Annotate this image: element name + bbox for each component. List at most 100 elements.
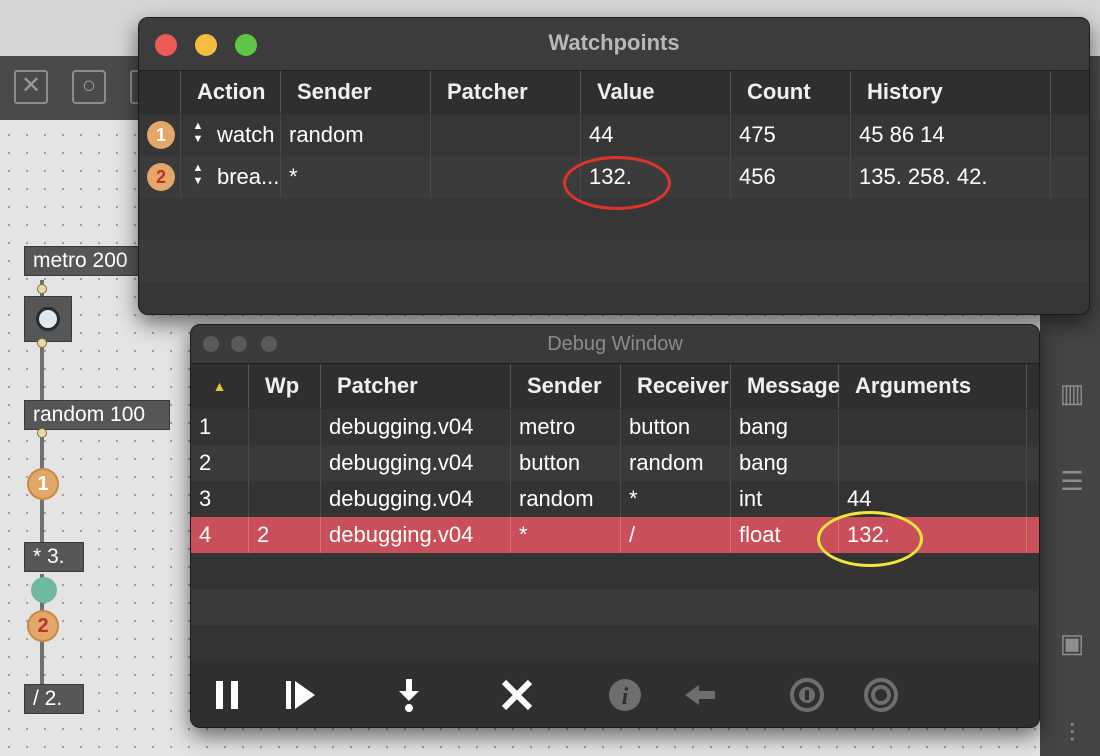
selected-outlet-indicator xyxy=(31,577,57,603)
watchpoints-window: Watchpoints Action Sender Patcher Value … xyxy=(138,17,1090,315)
empty-row xyxy=(191,589,1039,625)
empty-row xyxy=(139,282,1089,314)
table-row[interactable]: 3 debugging.v04 random * int 44 xyxy=(191,481,1039,517)
column-header-value[interactable]: Value xyxy=(581,71,731,113)
message-cell: int xyxy=(731,481,839,517)
value-cell: 44 xyxy=(581,114,731,156)
multiply-object[interactable]: * 3. xyxy=(24,542,84,572)
sender-cell: * xyxy=(511,517,621,553)
patcher-cell xyxy=(431,114,581,156)
row-number-cell: 2 xyxy=(191,445,249,481)
table-row[interactable]: 1 watch ▲ ▼ random 44 475 45 86 14 xyxy=(139,114,1089,156)
row-number-cell: 1 xyxy=(139,114,181,156)
divide-object[interactable]: / 2. xyxy=(24,684,84,714)
row-number-cell: 4 xyxy=(191,517,249,553)
row-number-cell: 2 xyxy=(139,156,181,198)
column-header-arguments[interactable]: Arguments xyxy=(839,364,1027,408)
column-header-patcher[interactable]: Patcher xyxy=(321,364,511,408)
patcher-cell xyxy=(431,156,581,198)
patcher-cell: debugging.v04 xyxy=(321,409,511,445)
column-header-count[interactable]: Count xyxy=(731,71,851,113)
svg-text:i: i xyxy=(622,684,629,710)
watchpoint-badge-2[interactable]: 2 xyxy=(27,610,59,642)
mixer-icon[interactable]: ⫶ xyxy=(1056,718,1088,750)
message-cell: bang xyxy=(731,409,839,445)
empty-row xyxy=(139,198,1089,240)
receiver-cell: random xyxy=(621,445,731,481)
wp-cell xyxy=(249,409,321,445)
camera-icon[interactable]: ▣ xyxy=(1056,628,1088,659)
watchpoint-badge-1[interactable]: 1 xyxy=(27,468,59,500)
metro-object[interactable]: metro 200 xyxy=(24,246,144,276)
row-number-cell: 3 xyxy=(191,481,249,517)
row-number-cell: 1 xyxy=(191,409,249,445)
watch-icon[interactable] xyxy=(861,675,901,715)
column-header-num xyxy=(139,71,181,113)
receiver-cell: button xyxy=(621,409,731,445)
table-row[interactable]: 2 debugging.v04 button random bang xyxy=(191,445,1039,481)
watchpoint-number-badge: 1 xyxy=(147,121,175,149)
patcher-cell: debugging.v04 xyxy=(321,517,511,553)
debug-toolbar: i xyxy=(191,663,1039,727)
random-object[interactable]: random 100 xyxy=(24,400,170,430)
sender-cell: * xyxy=(281,156,431,198)
patcher-cell: debugging.v04 xyxy=(321,445,511,481)
sender-cell: metro xyxy=(511,409,621,445)
patchcord xyxy=(40,340,44,400)
column-header-receiver[interactable]: Receiver xyxy=(621,364,731,408)
receiver-cell: * xyxy=(621,481,731,517)
bang-indicator xyxy=(36,307,60,331)
message-cell: float xyxy=(731,517,839,553)
watchpoint-number-badge: 2 xyxy=(147,163,175,191)
watchpoints-title: Watchpoints xyxy=(548,30,680,55)
sort-ascending-icon[interactable]: ▲ xyxy=(191,364,249,408)
sender-cell: random xyxy=(511,481,621,517)
pause-icon[interactable] xyxy=(207,675,247,715)
action-stepper-icon[interactable]: ▲ ▼ xyxy=(191,120,205,150)
debug-titlebar[interactable]: Debug Window xyxy=(191,325,1039,364)
watch-info-icon[interactable] xyxy=(787,675,827,715)
history-cell: 135. 258. 42. xyxy=(851,156,1051,198)
debug-window: Debug Window ▲ Wp Patcher Sender Receive… xyxy=(190,324,1040,728)
table-row[interactable]: 1 debugging.v04 metro button bang xyxy=(191,409,1039,445)
outlet-dot xyxy=(37,284,47,294)
back-arrow-icon[interactable] xyxy=(681,675,721,715)
table-row[interactable]: 2 brea... ▲ ▼ * 132. 456 135. 258. 42. xyxy=(139,156,1089,198)
column-header-message[interactable]: Message xyxy=(731,364,840,408)
wp-cell: 2 xyxy=(249,517,321,553)
patcher-cell: debugging.v04 xyxy=(321,481,511,517)
info-icon[interactable]: i xyxy=(605,675,645,715)
column-header-wp[interactable]: Wp xyxy=(249,364,321,408)
list-icon[interactable]: ☰ xyxy=(1056,466,1088,497)
column-header-action[interactable]: Action xyxy=(181,71,281,113)
close-patcher-icon[interactable]: ✕ xyxy=(14,70,48,104)
history-cell: 45 86 14 xyxy=(851,114,1051,156)
watchpoints-titlebar[interactable]: Watchpoints xyxy=(139,18,1089,71)
count-cell: 475 xyxy=(731,114,851,156)
column-header-patcher[interactable]: Patcher xyxy=(431,71,581,113)
bang-button[interactable] xyxy=(24,296,72,342)
empty-row xyxy=(191,553,1039,589)
selected-table-row[interactable]: 4 2 debugging.v04 * / float 132. xyxy=(191,517,1039,553)
sender-cell: button xyxy=(511,445,621,481)
action-stepper-icon[interactable]: ▲ ▼ xyxy=(191,162,205,192)
wp-cell xyxy=(249,445,321,481)
step-into-icon[interactable] xyxy=(389,675,429,715)
arguments-cell: 44 xyxy=(839,481,1027,517)
receiver-cell: / xyxy=(621,517,731,553)
button-object-icon[interactable]: ○ xyxy=(72,70,106,104)
outlet-dot xyxy=(37,428,47,438)
value-cell: 132. xyxy=(581,156,731,198)
column-header-sender[interactable]: Sender xyxy=(281,71,431,113)
empty-row xyxy=(139,240,1089,282)
empty-row xyxy=(191,625,1039,661)
column-header-history[interactable]: History xyxy=(851,71,1051,113)
clear-icon[interactable] xyxy=(497,675,537,715)
arguments-cell xyxy=(839,445,1027,481)
column-header-sender[interactable]: Sender xyxy=(511,364,621,408)
layout-icon[interactable]: ▥ xyxy=(1056,378,1088,409)
step-icon[interactable] xyxy=(281,675,321,715)
arguments-cell xyxy=(839,409,1027,445)
debug-title: Debug Window xyxy=(547,333,683,355)
count-cell: 456 xyxy=(731,156,851,198)
